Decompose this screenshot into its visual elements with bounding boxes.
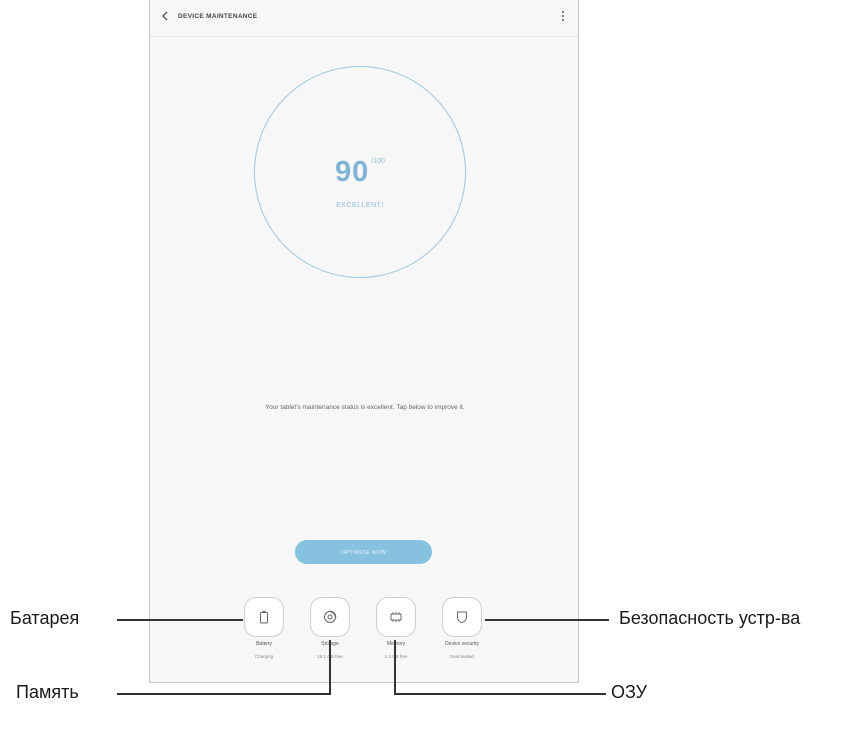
- battery-status: Charging: [254, 654, 274, 659]
- score-ring: 90/100 EXCELLENT!: [254, 66, 466, 278]
- ram-callout: ОЗУ: [611, 682, 648, 702]
- memory-status: 1.3 GB free: [384, 654, 408, 659]
- storage-callout-line-h: [117, 693, 331, 695]
- status-message: Your tablet's maintenance status is exce…: [265, 404, 465, 411]
- storage-callout: Память: [16, 682, 79, 702]
- app-bar: DEVICE MAINTENANCE: [150, 0, 578, 37]
- shield-icon: [457, 611, 467, 624]
- storage-button[interactable]: [310, 597, 350, 637]
- battery-button[interactable]: [244, 597, 284, 637]
- page-title: DEVICE MAINTENANCE: [178, 13, 258, 20]
- security-callout: Безопасность устр-ва: [619, 608, 801, 628]
- battery-callout: Батарея: [10, 608, 80, 628]
- battery-icon: [260, 610, 268, 624]
- memory-tool[interactable]: Memory 1.3 GB free: [374, 597, 418, 659]
- battery-callout-line: [117, 619, 243, 621]
- score-status: EXCELLENT!: [336, 202, 384, 209]
- memory-button[interactable]: [376, 597, 416, 637]
- optimize-now-button[interactable]: OPTIMIZE NOW: [295, 540, 432, 564]
- more-vertical-icon: [562, 11, 564, 21]
- device-security-tool[interactable]: Device security Deactivated: [440, 597, 484, 659]
- device-security-label: Device security: [445, 641, 479, 647]
- device-maintenance-screen: DEVICE MAINTENANCE 90/100 EXCELLENT! You…: [149, 0, 579, 683]
- memory-chip-icon: [390, 612, 402, 622]
- score-max: /100: [371, 158, 385, 165]
- chevron-left-icon: [162, 11, 168, 21]
- ram-callout-line-v: [394, 640, 396, 694]
- battery-label: Battery: [256, 641, 272, 647]
- device-security-button[interactable]: [442, 597, 482, 637]
- memory-label: Memory: [386, 641, 406, 647]
- more-options-button[interactable]: [560, 10, 566, 25]
- storage-callout-line-v: [329, 640, 331, 694]
- device-security-status: Deactivated: [450, 654, 474, 659]
- ram-callout-line-h: [394, 693, 606, 695]
- storage-icon: [324, 610, 337, 623]
- battery-tool[interactable]: Battery Charging: [242, 597, 286, 659]
- score-value: 90: [335, 156, 370, 188]
- back-button[interactable]: [158, 10, 172, 24]
- security-callout-line: [485, 619, 609, 621]
